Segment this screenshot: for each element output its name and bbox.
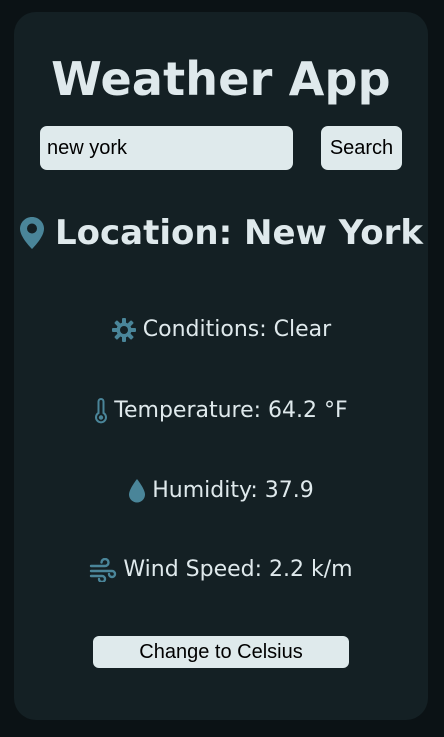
thermometer-icon <box>94 398 108 424</box>
wind-icon <box>89 558 117 582</box>
humidity-label: Humidity: 37.9 <box>152 478 314 503</box>
sun-icon <box>111 317 137 343</box>
map-pin-icon <box>19 216 45 250</box>
wind-row: Wind Speed: 2.2 k/m <box>14 558 428 582</box>
change-unit-button[interactable]: Change to Celsius <box>93 636 349 668</box>
conditions-row: Conditions: Clear <box>14 317 428 343</box>
humidity-row: Humidity: 37.9 <box>14 478 428 504</box>
wind-speed-label: Wind Speed: 2.2 k/m <box>123 557 353 582</box>
temperature-row: Temperature: 64.2 °F <box>14 398 428 424</box>
temperature-label: Temperature: 64.2 °F <box>114 398 348 423</box>
location-label: Location: New York <box>54 213 424 253</box>
location-heading: Location: New York <box>14 216 428 250</box>
search-input[interactable] <box>40 126 293 170</box>
app-title: Weather App <box>51 52 391 106</box>
weather-card: Weather App Search Location: New York <box>14 12 428 720</box>
search-button[interactable]: Search <box>321 126 402 170</box>
water-drop-icon <box>128 478 146 504</box>
conditions-label: Conditions: Clear <box>142 317 332 342</box>
